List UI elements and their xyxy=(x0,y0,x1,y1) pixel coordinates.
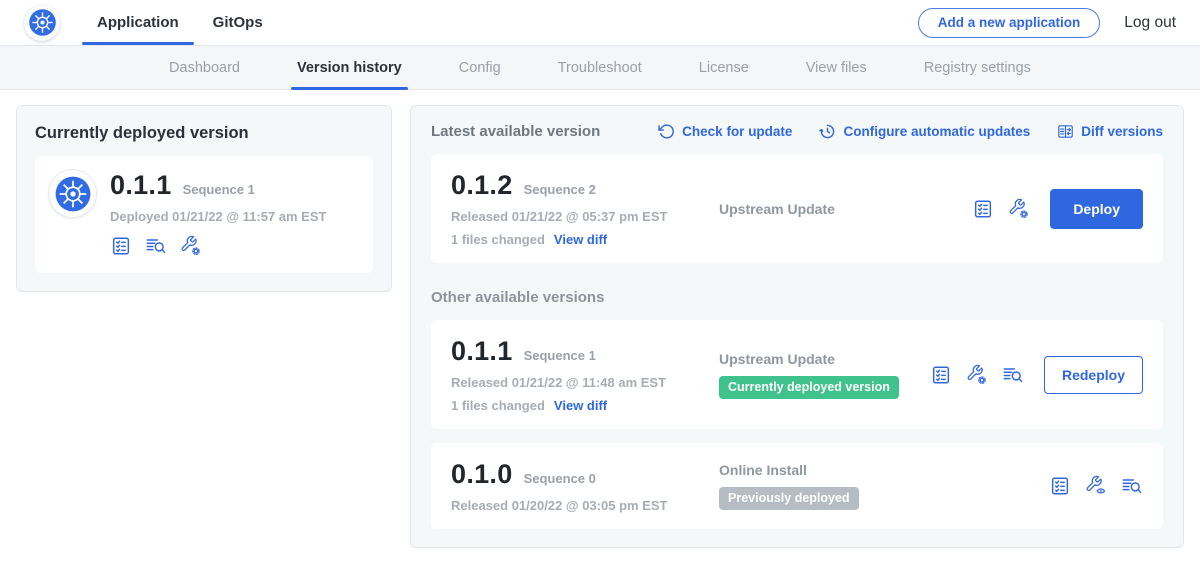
auto-update-icon xyxy=(819,123,836,140)
currently-deployed-card: 0.1.1 Sequence 1 Deployed 01/21/22 @ 11:… xyxy=(35,156,373,273)
available-panel-header: Latest available version Check for updat… xyxy=(431,123,1163,140)
files-changed-label: 1 files changed xyxy=(451,398,545,413)
version-info: 0.1.0 Sequence 0 Released 01/20/22 @ 03:… xyxy=(451,459,703,513)
version-source: Upstream Update xyxy=(703,201,972,217)
kubernetes-logo xyxy=(24,5,60,41)
app-logo xyxy=(49,170,96,217)
available-versions-panel: Latest available version Check for updat… xyxy=(410,105,1184,548)
logout-button[interactable]: Log out xyxy=(1124,14,1176,32)
sequence-label: Sequence 0 xyxy=(524,471,596,486)
log-search-icon[interactable] xyxy=(145,235,167,257)
tab-gitops[interactable]: GitOps xyxy=(196,0,280,45)
version-number: 0.1.0 xyxy=(451,459,513,490)
configure-automatic-updates-link[interactable]: Configure automatic updates xyxy=(819,123,1030,140)
check-for-update-label: Check for update xyxy=(682,124,792,139)
top-nav-bar: Application GitOps Add a new application… xyxy=(0,0,1200,45)
checklist-icon[interactable] xyxy=(110,235,132,257)
top-bar-right: Add a new application Log out xyxy=(918,0,1176,45)
version-number: 0.1.1 xyxy=(451,336,513,367)
diff-versions-link[interactable]: Diff versions xyxy=(1057,123,1163,140)
source-label: Upstream Update xyxy=(719,351,930,367)
version-actions: Redeploy xyxy=(930,356,1143,394)
subnav-tab-license[interactable]: License xyxy=(699,46,749,89)
version-card-0-1-0: 0.1.0 Sequence 0 Released 01/20/22 @ 03:… xyxy=(431,443,1163,529)
view-diff-link[interactable]: View diff xyxy=(554,398,607,413)
version-source: Online Install Previously deployed xyxy=(703,462,1049,510)
currently-deployed-panel: Currently deployed version 0.1.1 Sequenc… xyxy=(16,105,392,292)
kubernetes-wheel-icon xyxy=(54,175,92,213)
deployed-sequence-label: Sequence 1 xyxy=(183,182,255,197)
refresh-icon xyxy=(658,123,675,140)
source-label: Upstream Update xyxy=(719,201,972,217)
wrench-eye-icon[interactable] xyxy=(1085,475,1107,497)
add-application-button[interactable]: Add a new application xyxy=(918,8,1101,38)
version-card-0-1-2: 0.1.2 Sequence 2 Released 01/21/22 @ 05:… xyxy=(431,154,1163,263)
redeploy-button[interactable]: Redeploy xyxy=(1044,356,1143,394)
version-history-page: Currently deployed version 0.1.1 Sequenc… xyxy=(0,90,1200,548)
files-changed-label: 1 files changed xyxy=(451,232,545,247)
checklist-icon[interactable] xyxy=(972,198,994,220)
diff-icon xyxy=(1057,123,1074,140)
kubernetes-wheel-icon xyxy=(28,8,57,37)
deployed-version-number: 0.1.1 xyxy=(110,170,172,201)
tab-application[interactable]: Application xyxy=(80,0,196,45)
sequence-label: Sequence 2 xyxy=(524,182,596,197)
deployed-timestamp: Deployed 01/21/22 @ 11:57 am EST xyxy=(110,209,326,224)
version-card-0-1-1: 0.1.1 Sequence 1 Released 01/21/22 @ 11:… xyxy=(431,320,1163,429)
previously-deployed-badge: Previously deployed xyxy=(719,487,859,510)
version-source: Upstream Update Currently deployed versi… xyxy=(703,351,930,399)
diff-versions-label: Diff versions xyxy=(1081,124,1163,139)
version-actions xyxy=(1049,475,1143,497)
subnav-tab-view-files[interactable]: View files xyxy=(806,46,867,89)
version-number: 0.1.2 xyxy=(451,170,513,201)
released-timestamp: Released 01/21/22 @ 05:37 pm EST xyxy=(451,209,703,224)
subnav-tab-version-history[interactable]: Version history xyxy=(297,46,402,89)
wrench-gear-icon[interactable] xyxy=(1008,198,1030,220)
subnav-tab-dashboard[interactable]: Dashboard xyxy=(169,46,240,89)
wrench-gear-icon[interactable] xyxy=(180,235,202,257)
currently-deployed-title: Currently deployed version xyxy=(35,124,373,143)
latest-available-title: Latest available version xyxy=(431,123,600,140)
top-tabs: Application GitOps xyxy=(80,0,280,45)
version-actions: Deploy xyxy=(972,189,1143,229)
released-timestamp: Released 01/21/22 @ 11:48 am EST xyxy=(451,375,703,390)
log-search-icon[interactable] xyxy=(1002,364,1024,386)
currently-deployed-badge: Currently deployed version xyxy=(719,376,899,399)
subnav-tab-registry-settings[interactable]: Registry settings xyxy=(924,46,1031,89)
deployed-version-info: 0.1.1 Sequence 1 Deployed 01/21/22 @ 11:… xyxy=(110,170,326,257)
released-timestamp: Released 01/20/22 @ 03:05 pm EST xyxy=(451,498,703,513)
subnav-tab-config[interactable]: Config xyxy=(459,46,501,89)
subnav-tab-troubleshoot[interactable]: Troubleshoot xyxy=(558,46,642,89)
check-for-update-link[interactable]: Check for update xyxy=(658,123,792,140)
sequence-label: Sequence 1 xyxy=(524,348,596,363)
source-label: Online Install xyxy=(719,462,1049,478)
wrench-gear-icon[interactable] xyxy=(966,364,988,386)
deployed-version-actions xyxy=(110,235,326,257)
version-info: 0.1.1 Sequence 1 Released 01/21/22 @ 11:… xyxy=(451,336,703,413)
checklist-icon[interactable] xyxy=(1049,475,1071,497)
log-search-icon[interactable] xyxy=(1121,475,1143,497)
view-diff-link[interactable]: View diff xyxy=(554,232,607,247)
deploy-button[interactable]: Deploy xyxy=(1050,189,1143,229)
checklist-icon[interactable] xyxy=(930,364,952,386)
version-info: 0.1.2 Sequence 2 Released 01/21/22 @ 05:… xyxy=(451,170,703,247)
configure-automatic-updates-label: Configure automatic updates xyxy=(843,124,1030,139)
available-panel-actions: Check for update Configure automatic upd… xyxy=(658,123,1163,140)
other-available-versions-title: Other available versions xyxy=(431,289,1163,306)
app-subnav: Dashboard Version history Config Trouble… xyxy=(0,45,1200,90)
